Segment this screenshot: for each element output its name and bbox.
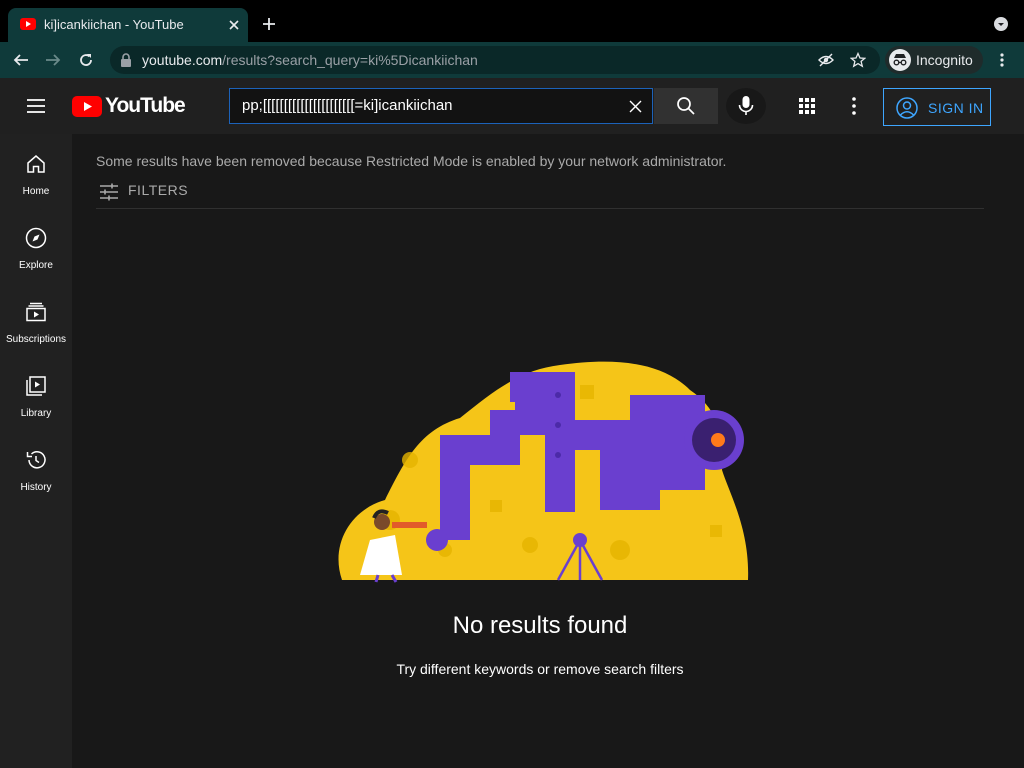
sign-in-button[interactable]: SIGN IN [883,88,991,126]
url-host: youtube.com [142,52,223,68]
sidebar-item-label: Home [22,186,50,197]
search-icon [677,97,695,115]
no-results-title: No results found [452,612,628,639]
address-bar[interactable]: youtube.com/results?search_query=ki%5Dic… [110,46,880,74]
compass-icon [25,227,47,249]
more-options-icon[interactable] [842,94,866,118]
browser-toolbar: youtube.com/results?search_query=ki%5Dic… [0,42,1024,78]
sidebar-item-label: Library [20,408,52,419]
sidebar-item-home[interactable]: Home [0,134,72,208]
close-tab-icon[interactable] [226,17,242,33]
sidebar-item-label: Explore [19,260,53,271]
tab-search-icon[interactable] [993,16,1009,32]
no-results-illustration [338,361,749,583]
clear-search-icon[interactable] [628,99,643,114]
incognito-icon [889,49,911,71]
sidebar-item-subscriptions[interactable]: Subscriptions [0,282,72,356]
search-query-text[interactable]: pp;[[[[[[[[[[[[[[[[[[[[[[=ki]icankiichan [242,97,453,114]
sidebar-item-library[interactable]: Library [0,356,72,430]
filters-sliders-icon [100,183,118,201]
search-input[interactable]: pp;[[[[[[[[[[[[[[[[[[[[[[=ki]icankiichan [229,88,653,124]
tab-title: ki]icankiichan - YouTube [44,17,184,32]
subscriptions-icon [26,302,46,322]
youtube-logo[interactable]: YouTube [72,94,186,117]
filters-button[interactable]: FILTERS [96,178,984,209]
sidebar-item-label: History [20,482,52,493]
history-icon [26,451,46,469]
home-icon [27,155,45,173]
forward-arrow-icon[interactable] [44,51,62,69]
account-circle-icon [896,97,918,119]
no-results-subtitle: Try different keywords or remove search … [396,661,684,677]
library-icon [26,376,46,396]
hamburger-menu-icon[interactable] [24,94,48,118]
lock-icon[interactable] [120,53,132,67]
youtube-play-logo-icon [72,95,102,117]
sidebar-item-explore[interactable]: Explore [0,208,72,282]
browser-tab[interactable]: ki]icankiichan - YouTube [8,8,248,42]
youtube-favicon-icon [20,18,36,30]
url-path: /results?search_query=ki%5Dicankiichan [222,52,478,68]
bookmark-star-icon[interactable] [850,52,866,68]
apps-grid-icon[interactable] [795,94,819,118]
incognito-indicator[interactable]: Incognito [885,46,983,74]
incognito-label: Incognito [916,52,973,68]
reload-icon[interactable] [77,51,95,69]
browser-tab-strip: ki]icankiichan - YouTube [0,0,1024,42]
microphone-icon [738,96,754,115]
mini-guide-sidebar: Home Explore Subscriptions Library Histo… [0,134,72,768]
youtube-logo-text: YouTube [105,94,186,117]
sidebar-item-history[interactable]: History [0,430,72,504]
sign-in-label: SIGN IN [928,100,984,116]
url-text: youtube.com/results?search_query=ki%5Dic… [142,52,478,68]
search-button[interactable] [654,88,718,124]
new-tab-icon[interactable] [261,16,277,32]
back-arrow-icon[interactable] [12,51,30,69]
youtube-masthead: YouTube pp;[[[[[[[[[[[[[[[[[[[[[[=ki]ica… [0,78,1024,134]
browser-menu-icon[interactable] [994,52,1010,68]
restricted-mode-notice: Some results have been removed because R… [96,153,727,169]
voice-search-button[interactable] [726,88,766,124]
sidebar-item-label: Subscriptions [5,334,67,345]
filters-label: FILTERS [128,182,189,198]
eye-off-icon[interactable] [818,52,834,68]
